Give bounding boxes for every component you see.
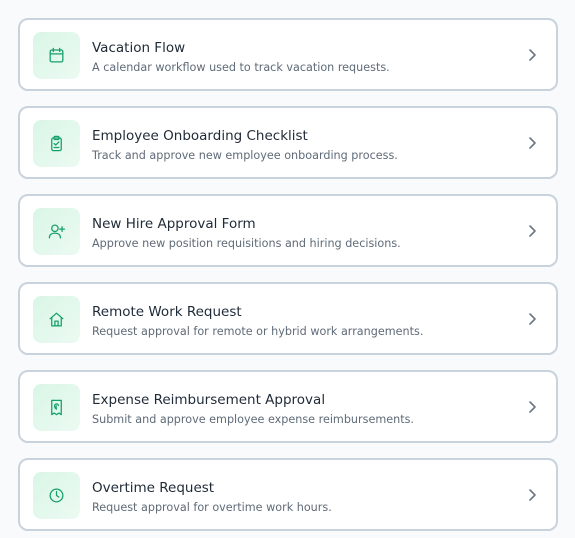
workflow-description: Track and approve new employee onboardin… [92, 149, 398, 162]
chevron-right-icon [524, 399, 540, 415]
workflow-description: Request approval for overtime work hours… [92, 501, 332, 514]
receipt-icon [33, 384, 80, 431]
workflow-title: Employee Onboarding Checklist [92, 128, 308, 144]
chevron-right-icon [524, 487, 540, 503]
workflow-title: New Hire Approval Form [92, 216, 256, 232]
calendar-icon [33, 32, 80, 79]
chevron-right-icon [524, 135, 540, 151]
workflow-title: Expense Reimbursement Approval [92, 392, 326, 408]
workflow-card-expense-reimbursement-approval[interactable]: Expense Reimbursement Approval Submit an… [18, 370, 558, 443]
workflow-card-overtime-request[interactable]: Overtime Request Request approval for ov… [18, 458, 558, 531]
workflow-card-new-hire-approval-form[interactable]: New Hire Approval Form Approve new posit… [18, 194, 558, 267]
chevron-right-icon [524, 311, 540, 327]
clock-icon [33, 472, 80, 519]
workflow-description: Request approval for remote or hybrid wo… [92, 325, 424, 338]
chevron-right-icon [524, 47, 540, 63]
home-icon [33, 296, 80, 343]
user-plus-icon [33, 208, 80, 255]
workflow-card-vacation-flow[interactable]: Vacation Flow A calendar workflow used t… [18, 18, 558, 91]
workflow-title: Remote Work Request [92, 304, 242, 320]
clipboard-icon [33, 120, 80, 167]
workflow-card-remote-work-request[interactable]: Remote Work Request Request approval for… [18, 282, 558, 355]
workflow-card-employee-onboarding-checklist[interactable]: Employee Onboarding Checklist Track and … [18, 106, 558, 179]
workflow-description: Approve new position requisitions and hi… [92, 237, 401, 250]
workflow-list: Vacation Flow A calendar workflow used t… [0, 0, 575, 538]
workflow-title: Vacation Flow [92, 40, 186, 56]
chevron-right-icon [524, 223, 540, 239]
workflow-description: A calendar workflow used to track vacati… [92, 61, 390, 74]
workflow-description: Submit and approve employee expense reim… [92, 413, 414, 426]
workflow-title: Overtime Request [92, 480, 215, 496]
